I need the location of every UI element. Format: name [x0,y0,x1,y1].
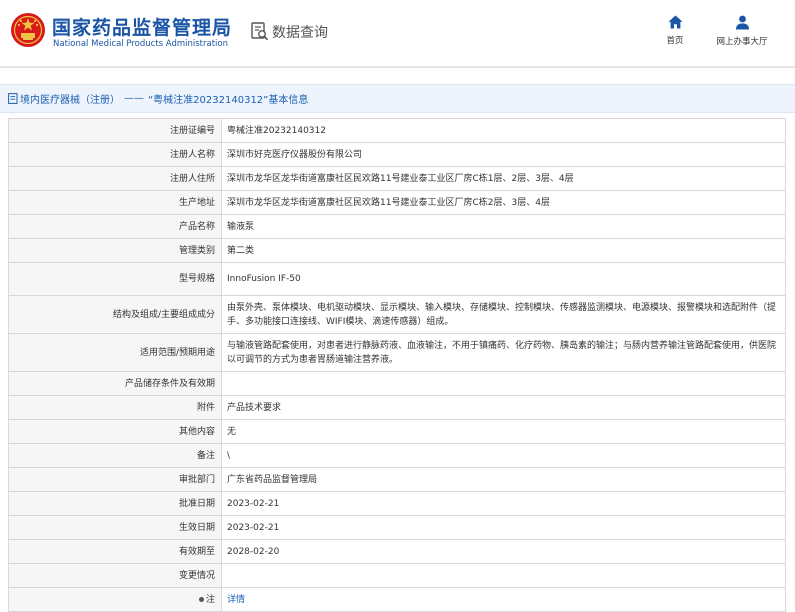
field-value: 2023-02-21 [221,515,786,540]
field-label-note: 注 [8,587,222,612]
nav-home[interactable]: 首页 [640,15,710,46]
nav-home-label: 首页 [666,36,684,46]
document-icon [8,93,18,104]
field-label: 产品储存条件及有效期 [8,371,222,396]
table-row-registrant-name: 注册人名称 深圳市好克医疗仪器股份有限公司 [8,142,786,167]
registration-info-table: 注册证编号 粤械注准20232140312 注册人名称 深圳市好克医疗仪器股份有… [8,118,786,612]
header-divider [0,66,795,68]
field-label: 适用范围/预期用途 [8,333,222,372]
field-value: \ [221,443,786,468]
field-label: 注册人名称 [8,142,222,167]
breadcrumb: 境内医疗器械（注册） —— “粤械注准20232140312”基本信息 [0,84,795,113]
table-row-production-address: 生产地址 深圳市龙华区龙华街道富康社区民欢路11号建业泰工业区厂房C栋2层、3层… [8,190,786,215]
field-label: 产品名称 [8,214,222,239]
table-row-change-history: 变更情况 [8,563,786,588]
table-row-storage-validity: 产品储存条件及有效期 [8,371,786,396]
field-label: 型号规格 [8,262,222,296]
table-row-structure-composition: 结构及组成/主要组成成分 由泵外壳、泵体模块、电机驱动模块、显示模块、输入模块、… [8,295,786,334]
table-row-model-spec: 型号规格 InnoFusion IF-50 [8,262,786,296]
user-icon [735,15,749,30]
field-label: 备注 [8,443,222,468]
field-label: 变更情况 [8,563,222,588]
national-emblem-icon [11,13,45,47]
data-query-heading: 数据查询 [251,21,328,43]
field-label: 批准日期 [8,491,222,516]
note-label: 注 [205,594,215,605]
field-label: 其他内容 [8,419,222,444]
field-label: 注册证编号 [8,118,222,143]
site-header: 国家药品监督管理局 National Medical Products Admi… [0,0,795,66]
field-label: 生产地址 [8,190,222,215]
details-link[interactable]: 详情 [227,595,245,605]
table-row-approval-date: 批准日期 2023-02-21 [8,491,786,516]
table-row-attachment: 附件 产品技术要求 [8,395,786,420]
field-value: 第二类 [221,238,786,263]
field-label: 生效日期 [8,515,222,540]
table-row-registrant-address: 注册人住所 深圳市龙华区龙华街道富康社区民欢路11号建业泰工业区厂房C栋1层、2… [8,166,786,191]
table-row-effective-date: 生效日期 2023-02-21 [8,515,786,540]
table-row-approval-department: 审批部门 广东省药品监督管理局 [8,467,786,492]
field-label: 注册人住所 [8,166,222,191]
field-value: 深圳市龙华区龙华街道富康社区民欢路11号建业泰工业区厂房C栋1层、2层、3层、4… [221,166,786,191]
field-label: 有效期至 [8,539,222,564]
field-label: 管理类别 [8,238,222,263]
field-value: 输液泵 [221,214,786,239]
field-value: 深圳市好克医疗仪器股份有限公司 [221,142,786,167]
field-value: 无 [221,419,786,444]
breadcrumb-separator: —— [124,93,144,104]
document-search-icon [251,22,269,41]
table-row-product-name: 产品名称 输液泵 [8,214,786,239]
field-value: InnoFusion IF-50 [221,262,786,296]
data-query-label: 数据查询 [272,25,328,41]
breadcrumb-current: “粤械注准20232140312”基本信息 [148,95,309,106]
table-row-remarks: 备注 \ [8,443,786,468]
table-row-other-content: 其他内容 无 [8,419,786,444]
nav-online-service-hall-label: 网上办事大厅 [716,37,768,47]
table-row-note: 注 详情 [8,587,786,612]
home-icon [668,15,682,29]
table-row-intended-use: 适用范围/预期用途 与输液管路配套使用，对患者进行静脉药液、血液输注，不用于镇痛… [8,333,786,372]
field-value [221,563,786,588]
field-label: 附件 [8,395,222,420]
field-value: 与输液管路配套使用，对患者进行静脉药液、血液输注，不用于镇痛药、化疗药物、胰岛素… [221,333,786,372]
nav-online-service-hall[interactable]: 网上办事大厅 [707,15,777,47]
field-value: 广东省药品监督管理局 [221,467,786,492]
field-value: 深圳市龙华区龙华街道富康社区民欢路11号建业泰工业区厂房C栋2层、3层、4层 [221,190,786,215]
field-value: 由泵外壳、泵体模块、电机驱动模块、显示模块、输入模块、存储模块、控制模块、传感器… [221,295,786,334]
field-value: 2023-02-21 [221,491,786,516]
table-row-management-class: 管理类别 第二类 [8,238,786,263]
field-value: 粤械注准20232140312 [221,118,786,143]
breadcrumb-category[interactable]: 境内医疗器械（注册） [20,91,120,106]
site-title-en: National Medical Products Administration [53,39,228,49]
site-title-cn: 国家药品监督管理局 [52,17,233,39]
field-label: 结构及组成/主要组成成分 [8,295,222,334]
breadcrumb-trail: 境内医疗器械（注册） —— “粤械注准20232140312”基本信息 [8,91,308,106]
field-value: 2028-02-20 [221,539,786,564]
field-label: 审批部门 [8,467,222,492]
field-value-note: 详情 [221,587,786,612]
field-value: 产品技术要求 [221,395,786,420]
table-row-valid-until: 有效期至 2028-02-20 [8,539,786,564]
table-row-registration-number: 注册证编号 粤械注准20232140312 [8,118,786,143]
field-value [221,371,786,396]
info-dot-icon [198,596,204,602]
